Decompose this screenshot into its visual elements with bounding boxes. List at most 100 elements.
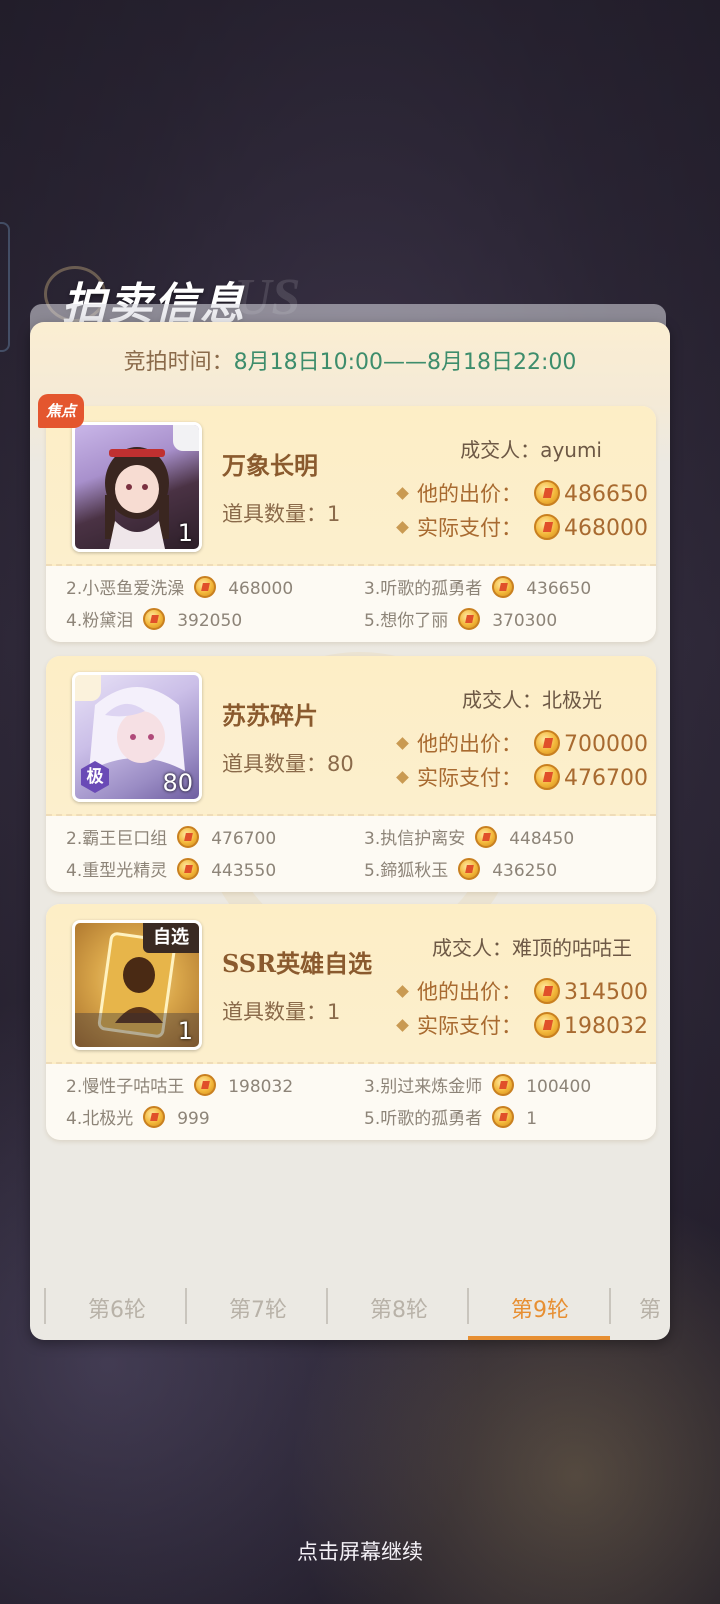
gold-coin-icon <box>534 764 560 790</box>
bid-label: 他的出价： <box>417 732 522 756</box>
winner-text: 成交人：ayumi <box>460 438 602 462</box>
diamond-bullet-icon <box>396 486 409 500</box>
gold-coin-icon <box>534 1012 560 1038</box>
diamond-bullet-icon <box>396 736 409 750</box>
tab-round-6[interactable]: 第6轮 <box>46 1286 188 1336</box>
rank-value: 392050 <box>177 611 243 631</box>
rank-name: 2.霸王巨口组 <box>66 829 168 849</box>
bid-label: 他的出价： <box>417 980 522 1004</box>
thumb-count: 1 <box>177 519 193 547</box>
gold-coin-icon <box>143 1106 166 1128</box>
bid-label: 他的出价： <box>417 482 522 506</box>
rank-value: 436650 <box>526 579 592 599</box>
gold-coin-icon <box>143 608 166 630</box>
rank-name: 5.想你了丽 <box>364 611 449 631</box>
paid-value: 468000 <box>564 516 648 541</box>
rank-name: 3.执信护离安 <box>364 829 466 849</box>
item-thumbnail[interactable]: 1 <box>72 422 202 552</box>
rank-entry: 5.听歌的孤勇者 1 <box>364 1104 537 1130</box>
rank-name: 4.粉黛泪 <box>66 611 134 631</box>
rank-value: 443550 <box>211 861 277 881</box>
rank-entry: 5.想你了丽 370300 <box>364 606 557 632</box>
item-quantity: 道具数量：1 <box>222 502 341 526</box>
rank-entry: 3.执信护离安 448450 <box>364 824 574 850</box>
auction-panel: 竞拍时间：8月18日10:00——8月18日22:00 1 万象长明 道具数量：… <box>30 322 670 1340</box>
tab-round-9[interactable]: 第9轮 <box>469 1286 611 1336</box>
bid-value: 486650 <box>564 482 648 507</box>
rank-value: 999 <box>177 1109 210 1129</box>
rank-entry: 4.粉黛泪 392050 <box>66 606 242 632</box>
card-main: 自选 1 SSR英雄自选 道具数量：1 成交人：难顶的咕咕王 他的出价： 3145… <box>46 904 656 1064</box>
bid-value: 314500 <box>564 980 648 1005</box>
thumb-count: 80 <box>162 769 193 797</box>
tab-round-10[interactable]: 第1 <box>611 1286 670 1336</box>
item-thumbnail[interactable]: 自选 1 <box>72 920 202 1050</box>
puzzle-icon <box>75 675 101 701</box>
gold-coin-icon <box>492 1106 515 1128</box>
item-quantity: 道具数量：1 <box>222 1000 341 1024</box>
rank-entry: 3.听歌的孤勇者 436650 <box>364 574 591 600</box>
thumb-count: 1 <box>177 1017 193 1045</box>
gold-coin-icon <box>534 730 560 756</box>
diamond-bullet-icon <box>396 1018 409 1032</box>
rank-entry: 2.小恶鱼爱洗澡 468000 <box>66 574 293 600</box>
auction-card: 1 万象长明 道具数量：1 成交人：ayumi 他的出价： 486650 实际支付… <box>46 406 656 642</box>
auction-time-label: 竞拍时间： <box>123 350 234 375</box>
card-main: 1 万象长明 道具数量：1 成交人：ayumi 他的出价： 486650 实际支付… <box>46 406 656 566</box>
rank-entry: 3.别过来炼金师 100400 <box>364 1072 591 1098</box>
rank-name: 4.重型光精灵 <box>66 861 168 881</box>
gold-coin-icon <box>177 858 200 880</box>
auction-time-value: 8月18日10:00——8月18日22:00 <box>233 350 577 375</box>
paid-row: 实际支付： 468000 <box>396 512 648 542</box>
tap-to-continue[interactable]: 点击屏幕继续 <box>0 1536 720 1566</box>
item-name: 苏苏碎片 <box>222 701 318 730</box>
rank-name: 5.鍗狐秋玉 <box>364 861 449 881</box>
rank-name: 4.北极光 <box>66 1109 134 1129</box>
active-tab-indicator <box>468 1336 610 1340</box>
gold-coin-icon <box>194 1074 217 1096</box>
rank-name: 2.慢性子咕咕王 <box>66 1077 185 1097</box>
tab-round-8[interactable]: 第8轮 <box>328 1286 470 1336</box>
focus-tag: 焦点 <box>38 394 84 428</box>
rank-name: 5.听歌的孤勇者 <box>364 1109 483 1129</box>
item-thumbnail[interactable]: 极 80 <box>72 672 202 802</box>
rank-value: 448450 <box>509 829 575 849</box>
winner-text: 成交人：北极光 <box>462 688 602 712</box>
diamond-bullet-icon <box>396 984 409 998</box>
gold-coin-icon <box>458 608 481 630</box>
paid-label: 实际支付： <box>417 1014 522 1038</box>
rank-entry: 5.鍗狐秋玉 436250 <box>364 856 557 882</box>
bid-row: 他的出价： 700000 <box>396 728 648 758</box>
gold-coin-icon <box>177 826 200 848</box>
gold-coin-icon <box>534 480 560 506</box>
winner-text: 成交人：难顶的咕咕王 <box>432 936 632 960</box>
pick-tag: 自选 <box>143 923 199 953</box>
gold-coin-icon <box>534 978 560 1004</box>
tab-round-7[interactable]: 第7轮 <box>187 1286 329 1336</box>
rank-value: 100400 <box>526 1077 592 1097</box>
gold-coin-icon <box>492 1074 515 1096</box>
side-drawer-handle[interactable] <box>0 222 10 352</box>
paid-label: 实际支付： <box>417 766 522 790</box>
rank-entry: 4.重型光精灵 443550 <box>66 856 276 882</box>
shirt-icon <box>173 425 199 451</box>
diamond-bullet-icon <box>396 770 409 784</box>
bid-row: 他的出价： 486650 <box>396 478 648 508</box>
paid-value: 198032 <box>564 1014 648 1039</box>
paid-value: 476700 <box>564 766 648 791</box>
paid-row: 实际支付： 476700 <box>396 762 648 792</box>
gold-coin-icon <box>475 826 498 848</box>
rank-value: 198032 <box>228 1077 294 1097</box>
paid-row: 实际支付： 198032 <box>396 1010 648 1040</box>
item-quantity: 道具数量：80 <box>222 752 354 776</box>
rank-entry: 4.北极光 999 <box>66 1104 210 1130</box>
item-name: SSR英雄自选 <box>222 949 373 978</box>
rank-value: 436250 <box>492 861 558 881</box>
auction-time: 竞拍时间：8月18日10:00——8月18日22:00 <box>30 344 670 376</box>
gold-coin-icon <box>194 576 217 598</box>
rank-entry: 2.霸王巨口组 476700 <box>66 824 276 850</box>
rank-value: 1 <box>526 1109 538 1129</box>
rank-entry: 2.慢性子咕咕王 198032 <box>66 1072 293 1098</box>
bid-row: 他的出价： 314500 <box>396 976 648 1006</box>
auction-card: 自选 1 SSR英雄自选 道具数量：1 成交人：难顶的咕咕王 他的出价： 3145… <box>46 904 656 1140</box>
